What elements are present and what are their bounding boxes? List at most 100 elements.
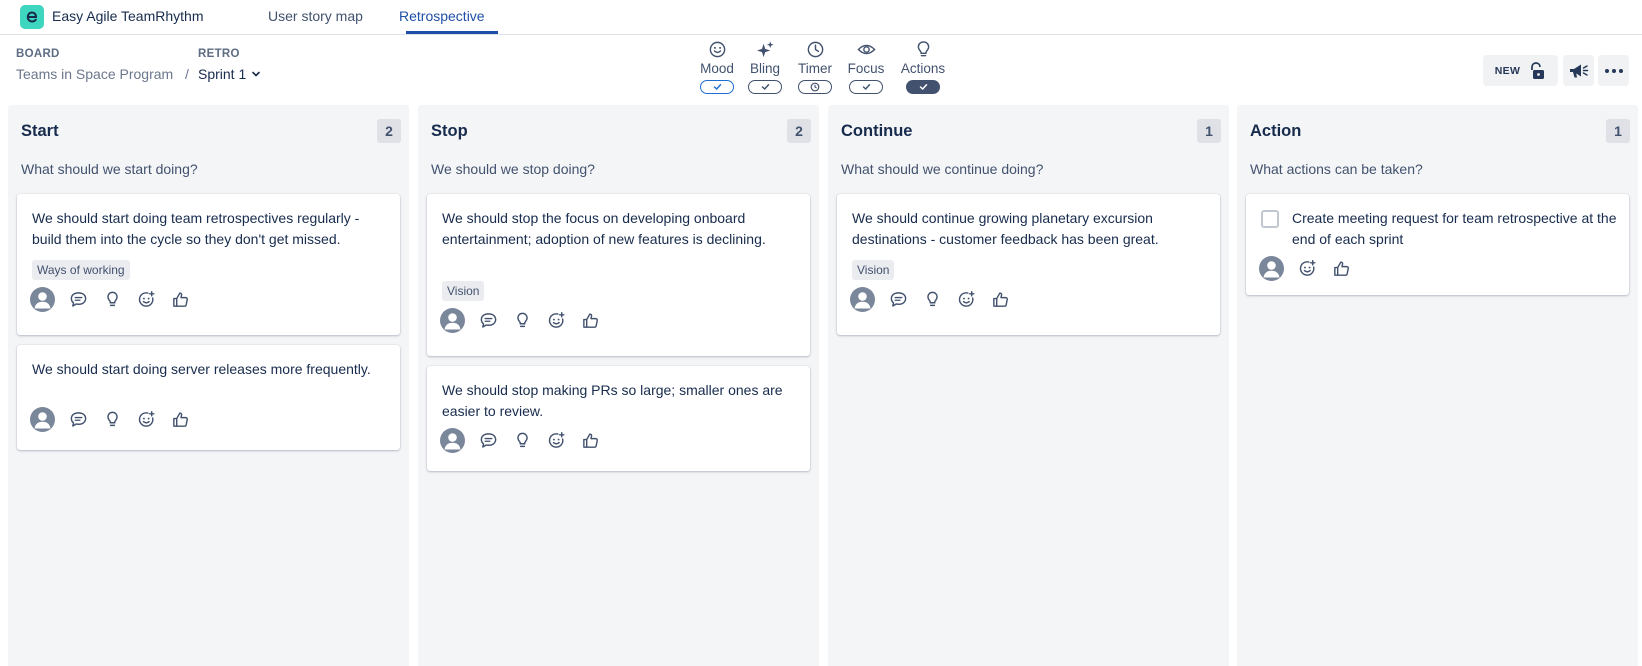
avatar[interactable] [30,286,55,312]
retro-card[interactable]: We should start doing team retrospective… [17,194,400,335]
add-reaction-button[interactable] [1296,257,1318,279]
vote-button[interactable] [1330,257,1352,279]
idea-button[interactable] [101,408,123,430]
tab-user-story-map[interactable]: User story map [268,8,363,24]
actions-tool[interactable]: Actions [895,40,951,98]
action-card[interactable]: Create meeting request for team retrospe… [1246,194,1629,295]
add-reaction-button[interactable] [545,429,567,451]
comment-button[interactable] [67,288,89,310]
comment-icon [480,312,496,328]
action-checkbox[interactable] [1261,210,1279,228]
bling-tool[interactable]: Bling [737,40,793,98]
card-tag[interactable]: Vision [442,281,485,301]
focus-toggle[interactable] [849,80,883,94]
column-prompt: What actions can be taken? [1250,161,1423,177]
avatar[interactable] [30,406,55,432]
unlock-icon [1531,61,1545,79]
smiley-icon [709,41,725,58]
check-icon [919,84,927,91]
comment-icon [70,291,86,307]
column-title: Continue [841,122,913,140]
add-reaction-button[interactable] [955,288,977,310]
add-reaction-icon [958,290,975,307]
timer-tool[interactable]: Timer [787,40,843,98]
clock-icon [807,41,823,58]
vote-button[interactable] [579,429,601,451]
column-count: 2 [787,119,811,143]
column-title: Stop [431,122,468,140]
add-reaction-icon [1299,259,1316,276]
comment-icon [480,432,496,448]
retro-card[interactable]: We should start doing server releases mo… [17,345,400,450]
column-prompt: We should we stop doing? [431,161,595,177]
actions-toggle[interactable] [906,80,940,94]
board-name[interactable]: Teams in Space Program [16,66,173,82]
comment-button[interactable] [887,288,909,310]
comment-button[interactable] [67,408,89,430]
megaphone-icon [1569,64,1588,77]
retro-card[interactable]: We should stop making PRs so large; smal… [427,366,810,471]
column-start: Start 2 What should we start doing? We s… [8,105,409,666]
idea-button[interactable] [511,309,533,331]
user-icon [854,291,871,308]
app-logo[interactable] [20,5,44,29]
avatar[interactable] [850,286,875,312]
vote-button[interactable] [579,309,601,331]
sprint-name: Sprint 1 [198,66,247,82]
clock-small-icon [810,82,820,92]
more-options-button[interactable] [1598,55,1629,86]
card-actions [30,286,191,312]
announcements-button[interactable] [1563,55,1594,86]
idea-button[interactable] [101,288,123,310]
focus-label: Focus [847,61,885,76]
idea-button[interactable] [511,429,533,451]
card-text: We should stop the focus on developing o… [442,210,766,247]
comment-button[interactable] [477,429,499,451]
app-name: Easy Agile TeamRhythm [52,8,204,24]
add-reaction-button[interactable] [545,309,567,331]
vote-button[interactable] [989,288,1011,310]
chevron-down-icon [252,71,261,77]
card-actions [1259,255,1352,281]
retro-label: RETRO [198,48,240,60]
comment-icon [890,291,906,307]
mood-toggle[interactable] [700,80,734,94]
tab-retrospective[interactable]: Retrospective [399,8,485,24]
active-tab-indicator [406,31,498,34]
column-prompt: What should we start doing? [21,161,198,177]
vote-button[interactable] [169,408,191,430]
card-tag[interactable]: Vision [852,260,895,280]
thumbs-up-icon [582,432,598,448]
card-tag[interactable]: Ways of working [32,260,130,280]
lightbulb-icon [106,291,118,306]
lightbulb-icon [926,291,938,306]
avatar[interactable] [1259,255,1284,281]
user-icon [34,411,51,428]
retro-card[interactable]: We should continue growing planetary exc… [837,194,1220,335]
user-icon [444,432,461,449]
thumbs-up-icon [172,291,188,307]
timer-label: Timer [798,61,832,76]
user-icon [444,312,461,329]
comment-button[interactable] [477,309,499,331]
vote-button[interactable] [169,288,191,310]
avatar[interactable] [440,307,465,333]
lightbulb-icon [106,411,118,426]
add-reaction-button[interactable] [135,288,157,310]
board-label: BOARD [16,48,60,60]
retro-card[interactable]: We should stop the focus on developing o… [427,194,810,356]
lightbulb-icon [516,312,528,327]
column-title: Start [21,122,59,140]
idea-button[interactable] [921,288,943,310]
card-text: We should start doing team retrospective… [32,210,360,247]
bling-toggle[interactable] [748,80,782,94]
timer-toggle[interactable] [798,80,832,94]
new-lock-button[interactable]: NEW [1483,55,1558,86]
focus-tool[interactable]: Focus [838,40,894,98]
add-reaction-button[interactable] [135,408,157,430]
avatar[interactable] [440,427,465,453]
comment-icon [70,411,86,427]
more-icon [1604,68,1623,73]
sprint-selector[interactable]: Sprint 1 [198,66,261,82]
column-continue: Continue 1 What should we continue doing… [828,105,1229,666]
